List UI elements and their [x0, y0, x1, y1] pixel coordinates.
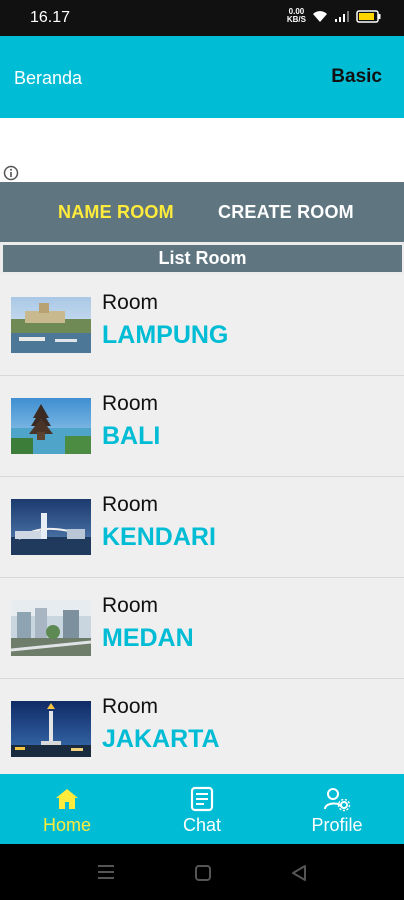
- room-label: Room: [102, 291, 159, 314]
- network-speed: 0.00 KB/S: [287, 8, 306, 24]
- room-item-kendari[interactable]: Room KENDARI: [0, 477, 404, 578]
- nav-home-label: Home: [42, 815, 91, 835]
- page-title: Beranda: [14, 68, 83, 88]
- nav-home[interactable]: Home: [0, 774, 134, 844]
- room-label: Room: [102, 392, 159, 415]
- room-city: JAKARTA: [102, 725, 220, 753]
- status-time: 16.17: [30, 9, 71, 26]
- room-city: BALI: [102, 422, 161, 450]
- nav-chat[interactable]: Chat: [135, 774, 269, 844]
- wifi-icon: [312, 9, 328, 23]
- app-bar: Beranda Basic: [0, 36, 404, 118]
- nav-profile[interactable]: Profile: [270, 774, 404, 844]
- list-room-header: List Room: [3, 245, 402, 272]
- room-item-bali[interactable]: Room BALI: [0, 376, 404, 477]
- bottom-nav: Home Chat Profile: [0, 774, 404, 844]
- room-city: MEDAN: [102, 624, 194, 652]
- home-icon: [54, 786, 80, 812]
- room-city: KENDARI: [102, 523, 216, 551]
- room-label: Room: [102, 695, 159, 718]
- nav-profile-label: Profile: [311, 815, 363, 835]
- recent-apps-icon[interactable]: [97, 864, 115, 885]
- signal-icon: [334, 10, 350, 23]
- room-thumbnail-lampung: [11, 297, 91, 353]
- room-item-medan[interactable]: Room MEDAN: [0, 578, 404, 679]
- status-bar: 16.17 0.00 KB/S: [0, 0, 404, 36]
- back-icon[interactable]: [290, 864, 308, 887]
- status-icons: 0.00 KB/S: [287, 8, 382, 24]
- network-speed-unit: KB/S: [286, 15, 306, 24]
- room-item-lampung[interactable]: Room LAMPUNG: [0, 275, 404, 376]
- profile-settings-icon: [323, 786, 351, 812]
- room-thumbnail-bali: [11, 398, 91, 454]
- room-list[interactable]: Room LAMPUNG Room BALI Room KENDARI Room…: [0, 275, 404, 774]
- tab-name-room[interactable]: NAME ROOM: [58, 202, 174, 223]
- system-nav-bar: [0, 844, 404, 900]
- room-thumbnail-jakarta: [11, 701, 91, 757]
- home-button-icon[interactable]: [194, 864, 212, 887]
- room-city: LAMPUNG: [102, 321, 229, 349]
- tab-create-room[interactable]: CREATE ROOM: [218, 202, 354, 223]
- tab-bar: NAME ROOM CREATE ROOM: [0, 182, 404, 242]
- room-item-jakarta[interactable]: Room JAKARTA: [0, 679, 404, 774]
- room-thumbnail-medan: [11, 600, 91, 656]
- nav-chat-label: Chat: [182, 815, 222, 835]
- basic-action-button[interactable]: Basic: [331, 66, 382, 88]
- room-label: Room: [102, 493, 159, 516]
- chat-icon: [189, 786, 215, 812]
- room-thumbnail-kendari: [11, 499, 91, 555]
- ad-info-icon[interactable]: [0, 163, 22, 182]
- ad-banner[interactable]: [0, 118, 404, 182]
- room-label: Room: [102, 594, 159, 617]
- battery-icon: [356, 9, 382, 23]
